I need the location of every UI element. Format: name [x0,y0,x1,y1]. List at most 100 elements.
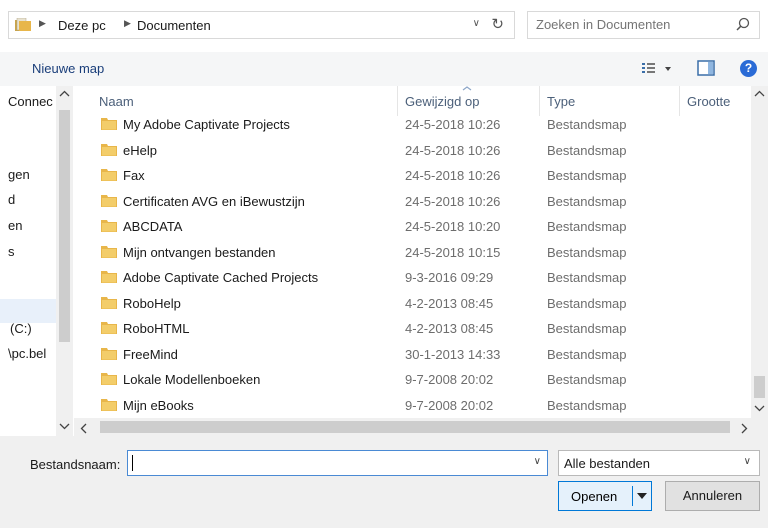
file-row[interactable]: Mijn ontvangen bestanden 24-5-2018 10:15 B… [74,239,754,265]
preview-pane-icon[interactable] [697,60,715,76]
search-input[interactable] [536,17,726,32]
file-type: Bestandsmap [547,295,627,311]
file-type: Bestandsmap [547,244,627,260]
list-vertical-scrollbar-thumb[interactable] [754,376,765,398]
file-row[interactable]: Lokale Modellenboeken 9-7-2008 20:02 Besta… [74,366,754,392]
refresh-icon[interactable]: ↻ [491,15,504,33]
file-date-modified: 24-5-2018 10:20 [405,219,501,234]
nav-item[interactable]: gen [8,167,30,182]
file-row[interactable]: Fax 24-5-2018 10:26 Bestandsmap [74,162,754,188]
column-header-size[interactable]: Grootte [687,94,730,109]
search-icon[interactable] [735,16,751,34]
file-date-modified: 4-2-2013 08:45 [405,321,494,336]
chevron-down-icon[interactable]: ∨ [744,456,751,467]
navigation-pane[interactable]: Connec gen d en s (C:) \pc.bel [0,86,74,436]
scroll-down-icon[interactable] [59,422,70,430]
nav-item-network-drive[interactable]: \pc.bel [8,346,46,361]
sort-indicator-icon [462,86,472,91]
dialog-footer: Bestandsnaam: ∨ Alle bestanden ∨ Openen … [0,436,768,528]
filename-label: Bestandsnaam: [30,457,121,472]
breadcrumb-chevron-icon[interactable]: ▶ [124,18,131,29]
folder-icon [101,322,117,334]
scroll-left-icon[interactable] [80,423,88,434]
nav-selection-highlight [0,299,56,323]
chevron-down-icon[interactable]: ∨ [534,456,541,467]
file-name: Certificaten AVG en iBewustzijn [123,193,305,209]
folder-icon [101,271,117,283]
file-row[interactable]: ABCDATA 24-5-2018 10:20 Bestandsmap [74,213,754,239]
file-name: My Adobe Captivate Projects [123,117,290,132]
open-button-label: Openen [571,489,618,504]
scroll-down-icon[interactable] [754,404,765,412]
file-list[interactable]: Naam Gewijzigd op Type Grootte My Adobe … [74,86,768,436]
file-date-modified: 9-7-2008 20:02 [405,397,494,413]
file-type: Bestandsmap [547,321,627,336]
file-type: Bestandsmap [547,372,627,387]
nav-item[interactable]: d [8,192,15,207]
file-row[interactable]: eHelp 24-5-2018 10:26 Bestandsmap [74,137,754,163]
folder-icon [101,373,117,385]
file-row[interactable]: Certificaten AVG en iBewustzijn 24-5-2018… [74,188,754,214]
file-date-modified: 30-1-2013 14:33 [405,346,501,362]
chevron-down-icon[interactable]: ∨ [473,18,480,29]
new-folder-button[interactable]: Nieuwe map [32,61,104,76]
column-header-name[interactable]: Naam [99,94,134,109]
file-row[interactable]: Mijn eBooks 9-7-2008 20:02 Bestandsmap [74,392,754,418]
split-divider [632,486,633,506]
breadcrumb-item-this-pc[interactable]: Deze pc [58,18,106,33]
open-options-icon[interactable] [637,493,647,499]
column-header-type[interactable]: Type [547,94,575,109]
file-date-modified: 24-5-2018 10:26 [405,117,501,132]
file-row[interactable]: Adobe Captivate Cached Projects 9-3-2016 … [74,264,754,290]
help-icon[interactable]: ? [740,60,757,77]
column-header-date-modified[interactable]: Gewijzigd op [405,94,479,109]
file-name: RoboHelp [123,295,181,311]
file-name: Adobe Captivate Cached Projects [123,270,319,285]
file-type: Bestandsmap [547,219,627,234]
folder-icon [101,347,117,360]
list-vertical-scrollbar[interactable] [751,86,768,418]
file-row[interactable]: FreeMind 30-1-2013 14:33 Bestandsmap [74,341,754,367]
file-type: Bestandsmap [547,397,627,413]
file-name: ABCDATA [123,219,183,234]
file-type: Bestandsmap [547,142,627,158]
file-date-modified: 24-5-2018 10:15 [405,244,501,260]
nav-item[interactable]: s [8,244,15,259]
folder-icon [15,18,31,31]
nav-item-drive-c[interactable]: (C:) [10,321,32,336]
folder-icon [101,296,117,309]
file-row[interactable]: RoboHTML 4-2-2013 08:45 Bestandsmap [74,315,754,341]
folder-icon [101,143,117,156]
file-row[interactable]: RoboHelp 4-2-2013 08:45 Bestandsmap [74,290,754,316]
file-row[interactable]: My Adobe Captivate Projects 24-5-2018 10:… [74,111,754,137]
file-date-modified: 24-5-2018 10:26 [405,142,501,158]
file-name: RoboHTML [123,321,190,336]
cancel-button[interactable]: Annuleren [665,481,760,511]
list-horizontal-scrollbar-thumb[interactable] [100,421,730,433]
nav-item-selected[interactable]: en [8,218,22,233]
scroll-right-icon[interactable] [740,423,748,434]
search-box[interactable] [527,11,760,39]
folder-icon [101,194,117,207]
breadcrumb-item-documents[interactable]: Documenten [137,18,211,33]
scroll-up-icon[interactable] [59,90,70,98]
file-name: FreeMind [123,346,178,362]
breadcrumb-chevron-icon[interactable]: ▶ [39,18,46,29]
filename-input[interactable] [132,454,526,471]
filename-combobox[interactable]: ∨ [127,450,548,476]
open-button[interactable]: Openen [558,481,652,511]
view-options-icon[interactable] [640,60,676,78]
file-date-modified: 9-3-2016 09:29 [405,270,494,285]
file-type: Bestandsmap [547,346,627,362]
address-bar[interactable]: ▶ Deze pc ▶ Documenten ∨ ↻ [8,11,515,39]
nav-item-network-connection[interactable]: Connec [8,94,53,109]
nav-scrollbar-thumb[interactable] [59,110,70,342]
file-name: Mijn ontvangen bestanden [123,244,276,260]
file-type: Bestandsmap [547,117,627,132]
scroll-up-icon[interactable] [754,90,765,98]
folder-icon [101,398,117,411]
file-type-filter-select[interactable]: Alle bestanden ∨ [558,450,760,476]
file-name: Mijn eBooks [123,397,194,413]
file-date-modified: 24-5-2018 10:26 [405,193,501,209]
file-type: Bestandsmap [547,193,627,209]
